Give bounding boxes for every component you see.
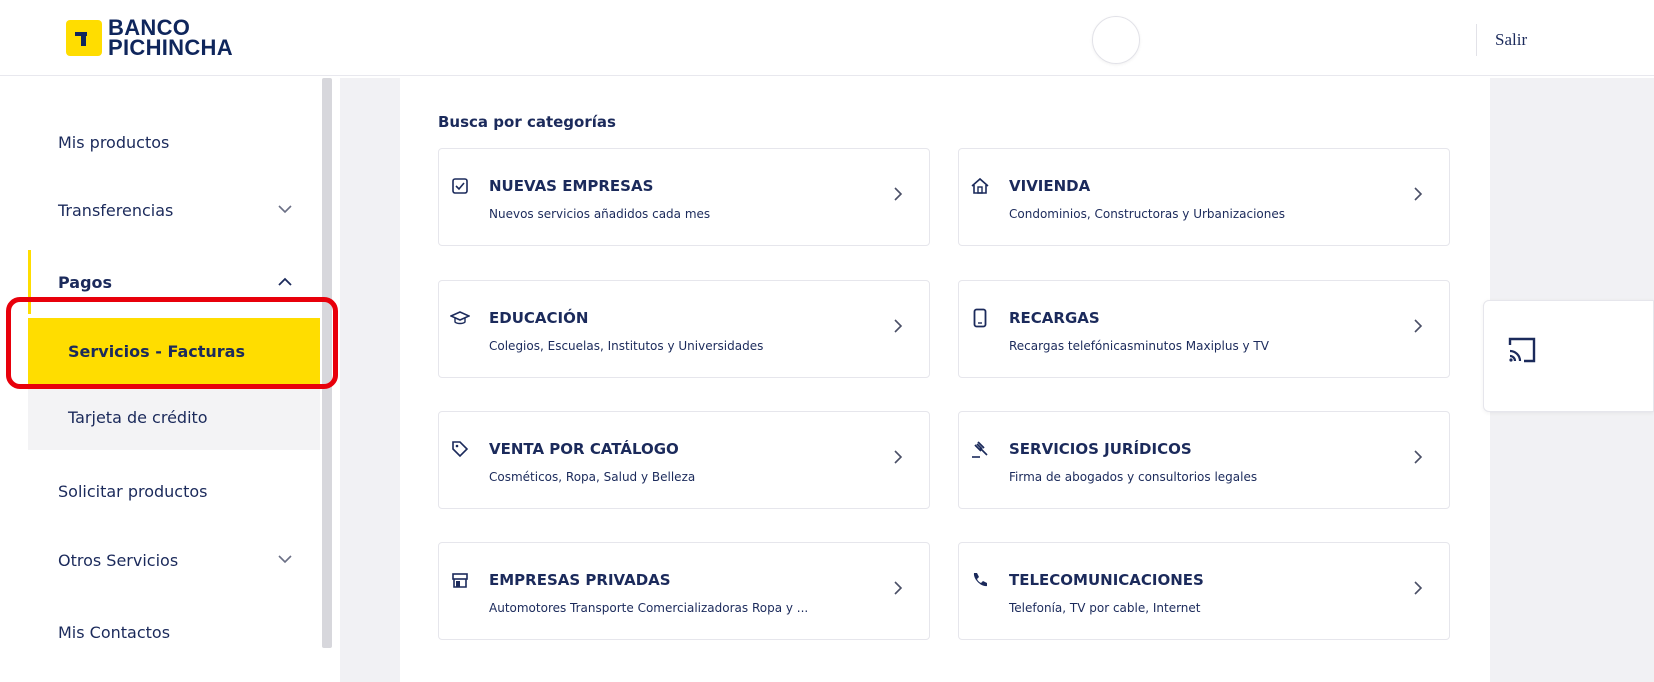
chevron-right-icon — [893, 579, 903, 600]
card-subtitle: Firma de abogados y consultorios legales — [1009, 470, 1258, 484]
logo-mark-icon — [66, 20, 102, 56]
card-subtitle: Colegios, Escuelas, Institutos y Univers… — [489, 339, 764, 353]
card-title: VENTA POR CATÁLOGO — [489, 440, 679, 458]
card-title: EMPRESAS PRIVADAS — [489, 571, 671, 589]
card-subtitle: Recargas telefónicasminutos Maxiplus y T… — [1009, 339, 1269, 353]
top-header: BANCO PICHINCHA Salir — [0, 0, 1654, 76]
header-divider — [1476, 24, 1477, 56]
sidebar-item-label: Servicios - Facturas — [68, 341, 245, 361]
chevron-right-icon — [1413, 579, 1423, 600]
card-title: RECARGAS — [1009, 309, 1100, 327]
chevron-right-icon — [893, 317, 903, 338]
sidebar-item-label: Solicitar productos — [58, 481, 208, 501]
sidebar-item-label: Mis Contactos — [58, 622, 171, 642]
category-card-vivienda[interactable]: VIVIENDA Condominios, Constructoras y Ur… — [958, 148, 1450, 246]
card-subtitle: Automotores Transporte Comercializadoras… — [489, 601, 809, 615]
section-title: Busca por categorías — [438, 113, 616, 131]
card-subtitle: Telefonía, TV por cable, Internet — [1009, 601, 1201, 615]
sidebar-item-label: Transferencias — [58, 200, 174, 220]
card-subtitle: Cosméticos, Ropa, Salud y Belleza — [489, 470, 696, 484]
sidebar-subitem-servicios-facturas[interactable]: Servicios - Facturas — [28, 318, 320, 384]
chevron-right-icon — [1413, 448, 1423, 469]
sidebar: Mis productos Transferencias Pagos Servi… — [28, 78, 320, 682]
gavel-icon — [969, 438, 991, 460]
card-subtitle: Nuevos servicios añadidos cada mes — [489, 207, 711, 221]
sidebar-item-label: Pagos — [58, 272, 113, 292]
card-title: NUEVAS EMPRESAS — [489, 177, 654, 195]
store-icon — [449, 569, 471, 591]
active-indicator — [28, 250, 31, 314]
chevron-right-icon — [893, 185, 903, 206]
category-card-recargas[interactable]: RECARGAS Recargas telefónicasminutos Max… — [958, 280, 1450, 378]
chevron-down-icon — [278, 202, 292, 218]
checklist-icon — [449, 175, 471, 197]
chevron-up-icon — [278, 274, 292, 290]
logout-button[interactable]: Salir — [1495, 30, 1527, 50]
cast-side-tab[interactable] — [1483, 300, 1654, 412]
category-card-educacion[interactable]: EDUCACIÓN Colegios, Escuelas, Institutos… — [438, 280, 930, 378]
sidebar-item-solicitar-productos[interactable]: Solicitar productos — [28, 459, 320, 523]
sidebar-item-label: Otros Servicios — [58, 550, 179, 570]
category-card-nuevas-empresas[interactable]: NUEVAS EMPRESAS Nuevos servicios añadido… — [438, 148, 930, 246]
sidebar-scrollbar[interactable] — [322, 78, 332, 648]
sidebar-item-mis-contactos[interactable]: Mis Contactos — [28, 600, 320, 664]
graduation-cap-icon — [449, 307, 471, 329]
tag-icon — [449, 438, 471, 460]
brand-line-2: PICHINCHA — [108, 35, 233, 60]
sidebar-item-label: Mis productos — [58, 132, 170, 152]
card-title: VIVIENDA — [1009, 177, 1091, 195]
telephone-icon — [969, 569, 991, 591]
logo-text: BANCO PICHINCHA — [108, 17, 233, 60]
house-icon — [969, 175, 991, 197]
sidebar-item-otros-servicios[interactable]: Otros Servicios — [28, 528, 320, 592]
sidebar-item-pagos[interactable]: Pagos — [28, 250, 320, 314]
card-title: SERVICIOS JURÍDICOS — [1009, 440, 1192, 458]
sidebar-subitem-tarjeta-credito[interactable]: Tarjeta de crédito — [28, 384, 320, 450]
chevron-down-icon — [278, 552, 292, 568]
category-card-venta-catalogo[interactable]: VENTA POR CATÁLOGO Cosméticos, Ropa, Sal… — [438, 411, 930, 509]
cast-icon — [1506, 335, 1538, 365]
category-card-servicios-juridicos[interactable]: SERVICIOS JURÍDICOS Firma de abogados y … — [958, 411, 1450, 509]
card-title: TELECOMUNICACIONES — [1009, 571, 1204, 589]
bank-logo[interactable]: BANCO PICHINCHA — [66, 17, 233, 60]
category-card-empresas-privadas[interactable]: EMPRESAS PRIVADAS Automotores Transporte… — [438, 542, 930, 640]
avatar[interactable] — [1092, 16, 1140, 64]
sidebar-item-mis-productos[interactable]: Mis productos — [28, 110, 320, 174]
sidebar-item-transferencias[interactable]: Transferencias — [28, 178, 320, 242]
card-subtitle: Condominios, Constructoras y Urbanizacio… — [1009, 207, 1285, 221]
chevron-right-icon — [893, 448, 903, 469]
chevron-right-icon — [1413, 317, 1423, 338]
category-card-telecomunicaciones[interactable]: TELECOMUNICACIONES Telefonía, TV por cab… — [958, 542, 1450, 640]
sidebar-item-label: Tarjeta de crédito — [68, 407, 208, 427]
phone-icon — [969, 307, 991, 329]
card-title: EDUCACIÓN — [489, 309, 589, 327]
chevron-right-icon — [1413, 185, 1423, 206]
